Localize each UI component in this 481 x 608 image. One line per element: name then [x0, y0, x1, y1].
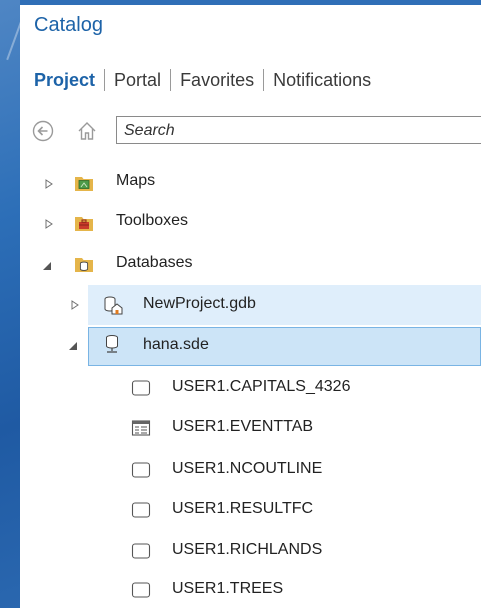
navigation-bar: Search: [32, 116, 481, 146]
expand-arrow-icon[interactable]: [70, 300, 80, 310]
tree-item-richlands[interactable]: USER1.RICHLANDS: [172, 541, 322, 559]
home-icon[interactable]: [76, 120, 98, 142]
decor-line: [6, 21, 20, 61]
tab-separator: [104, 69, 106, 91]
tree-item-newproject-gdb[interactable]: NewProject.gdb: [143, 295, 256, 313]
collapse-arrow-icon[interactable]: [42, 261, 52, 271]
feature-class-icon: [131, 502, 151, 518]
feature-class-icon: [131, 582, 151, 598]
tab-separator: [263, 69, 265, 91]
tree-item-ncoutline[interactable]: USER1.NCOUTLINE: [172, 460, 322, 478]
table-icon: [131, 420, 151, 436]
tree-item-capitals[interactable]: USER1.CAPITALS_4326: [172, 378, 350, 396]
desktop-background-strip: [0, 0, 20, 608]
collapse-arrow-icon[interactable]: [68, 341, 78, 351]
catalog-tabs: Project Portal Favorites Notifications: [34, 68, 371, 92]
tab-project[interactable]: Project: [34, 70, 95, 91]
tree-item-maps[interactable]: Maps: [116, 172, 155, 190]
toolboxes-folder-icon: [75, 217, 93, 231]
tab-separator: [170, 69, 172, 91]
expand-arrow-icon[interactable]: [44, 179, 54, 189]
tree-item-hana-sde[interactable]: hana.sde: [143, 336, 209, 354]
pane-top-edge: [20, 0, 481, 5]
tab-favorites[interactable]: Favorites: [180, 70, 254, 91]
tab-portal[interactable]: Portal: [114, 70, 161, 91]
feature-class-icon: [131, 543, 151, 559]
tree-item-resultfc[interactable]: USER1.RESULTFC: [172, 500, 313, 518]
tree-item-trees[interactable]: USER1.TREES: [172, 580, 283, 598]
feature-class-icon: [131, 380, 151, 396]
tree-item-eventtab[interactable]: USER1.EVENTTAB: [172, 418, 313, 436]
pane-title: Catalog: [34, 14, 103, 36]
databases-folder-icon: [75, 258, 93, 272]
tree-item-toolboxes[interactable]: Toolboxes: [116, 212, 188, 230]
geodatabase-icon: [104, 296, 123, 315]
database-connection-icon: [106, 335, 118, 353]
expand-arrow-icon[interactable]: [44, 219, 54, 229]
back-icon[interactable]: [32, 120, 54, 142]
tab-notifications[interactable]: Notifications: [273, 70, 371, 91]
tree-item-databases[interactable]: Databases: [116, 254, 193, 272]
maps-folder-icon: [75, 177, 93, 191]
feature-class-icon: [131, 462, 151, 478]
search-input[interactable]: Search: [116, 116, 481, 144]
